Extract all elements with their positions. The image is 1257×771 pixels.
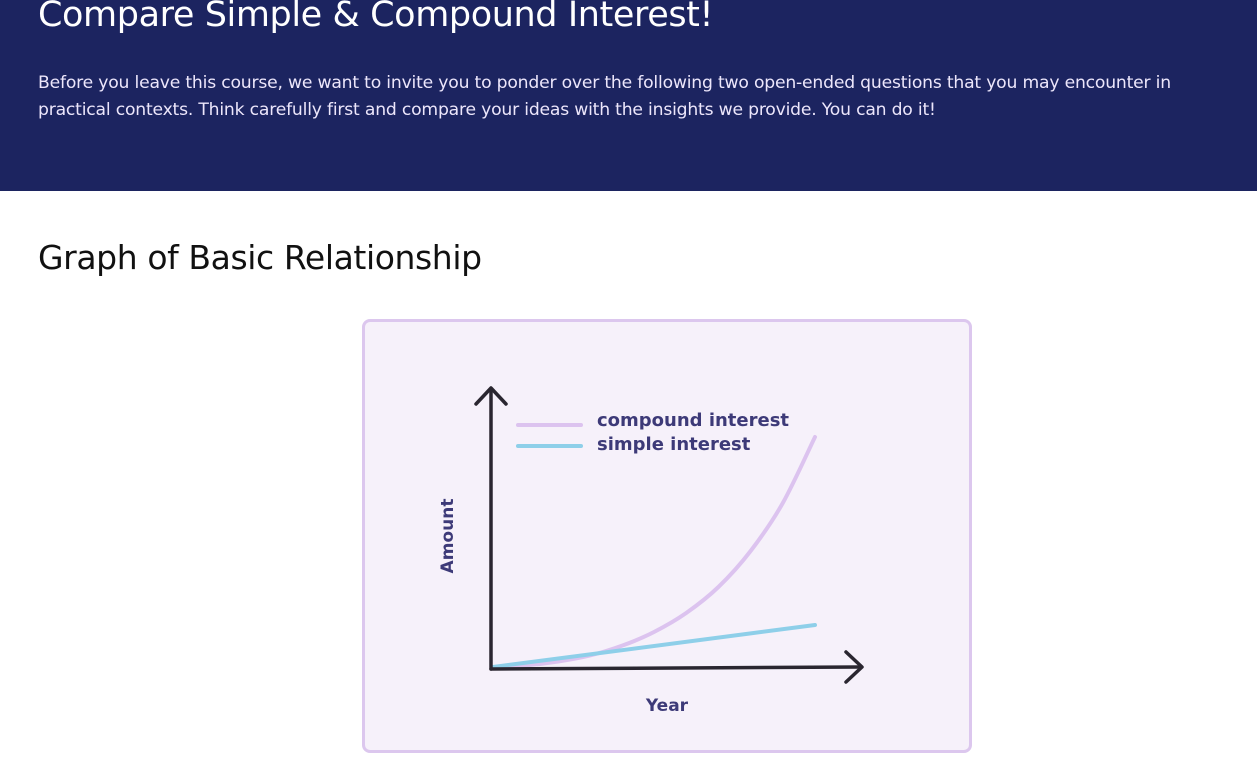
section-title: Graph of Basic Relationship — [38, 238, 482, 277]
hero-title: Compare Simple & Compound Interest! — [38, 0, 714, 35]
interest-chart: compound interest simple interest Amount… — [438, 386, 864, 716]
graph-figure: compound interest simple interest Amount… — [362, 319, 972, 753]
x-axis — [489, 665, 863, 671]
x-axis-label: Year — [645, 696, 689, 716]
hero-description: Before you leave this course, we want to… — [38, 73, 1171, 120]
y-axis-label: Amount — [438, 499, 458, 574]
legend-label-simple: simple interest — [597, 434, 751, 455]
hero-banner: Compare Simple & Compound Interest! Befo… — [0, 0, 1257, 191]
legend-label-compound: compound interest — [597, 410, 789, 431]
